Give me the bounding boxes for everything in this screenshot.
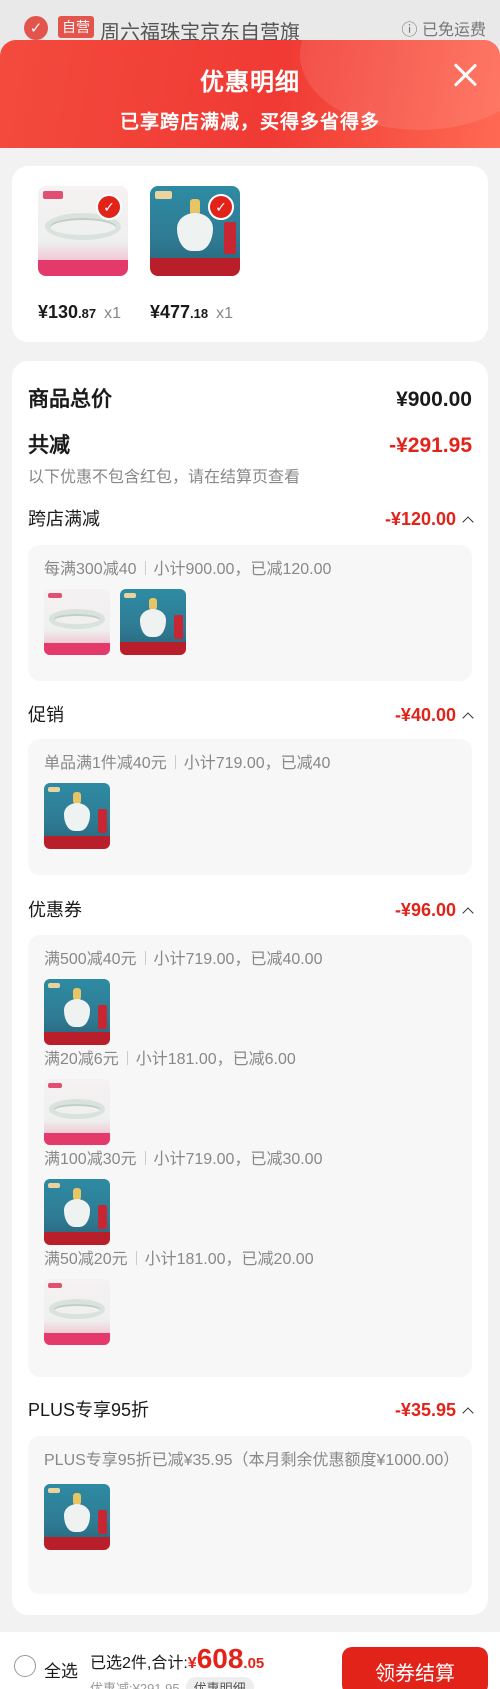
cross-store-rule: 每满300减40 小计900.00，已减120.00 — [44, 561, 332, 578]
promotion-detail: 单品满1件减40元 小计719.00，已减40 — [28, 739, 472, 875]
selected-check-icon: ✓ — [96, 194, 122, 220]
section-promotion[interactable]: 促销 -¥40.00 — [28, 701, 474, 727]
product-thumb-pendant — [44, 1484, 110, 1550]
close-icon[interactable] — [450, 60, 480, 90]
goods-total-value: ¥900.00 — [396, 388, 472, 411]
chevron-up-icon — [462, 1406, 474, 1419]
cross-store-label: 跨店满减 — [28, 509, 100, 529]
shipping-status: ⓘ 已免运费 — [401, 22, 486, 39]
product-thumb-pendant — [44, 783, 110, 849]
product-quantity: x1 — [104, 305, 122, 322]
total-price: ¥608.05 — [187, 1643, 265, 1674]
selected-check-icon: ✓ — [208, 194, 234, 220]
coupon-value: -¥96.00 — [395, 900, 474, 921]
selected-total: 已选2件,合计:¥608.05 — [90, 1643, 265, 1674]
self-operated-tag: 自营 — [58, 16, 94, 38]
sheet-title: 优惠明细 — [200, 69, 300, 96]
product-item[interactable]: ✓ ¥477.18 x1 — [150, 186, 242, 322]
plus-value: -¥35.95 — [395, 1400, 474, 1421]
select-all-radio[interactable] — [14, 1655, 36, 1677]
checkout-bar: 全选 已选2件,合计:¥608.05 优惠减:¥291.95 优惠明细 领券结算 — [0, 1632, 500, 1689]
chevron-up-icon — [462, 711, 474, 724]
cross-store-detail: 每满300减40 小计900.00，已减120.00 — [28, 545, 472, 681]
chevron-up-icon — [462, 906, 474, 919]
product-image-bangle: ✓ — [38, 186, 128, 276]
store-checked-icon[interactable]: ✓ — [24, 16, 48, 40]
coupon-rule: 满20减6元 小计181.00，已减6.00 — [44, 1051, 296, 1068]
selected-products-card: ✓ ¥130.87 x1 ✓ ¥477.18 x1 — [12, 166, 488, 342]
promotion-label: 促销 — [28, 705, 64, 725]
section-plus[interactable]: PLUS专享95折 -¥35.95 — [28, 1396, 474, 1422]
product-item[interactable]: ✓ ¥130.87 x1 — [38, 186, 130, 322]
plus-description: PLUS专享95折已减¥35.95（本月剩余优惠额度¥1000.00） — [44, 1452, 460, 1469]
total-discount-value: -¥291.95 — [389, 434, 472, 457]
promotion-value: -¥40.00 — [395, 705, 474, 726]
total-discount-row: 共减 -¥291.95 — [28, 429, 472, 459]
plus-detail: PLUS专享95折已减¥35.95（本月剩余优惠额度¥1000.00） — [28, 1436, 472, 1594]
plus-label: PLUS专享95折 — [28, 1400, 150, 1420]
product-thumb-pendant — [44, 1179, 110, 1245]
goods-total-row: 商品总价 ¥900.00 — [28, 383, 472, 413]
total-discount-label: 共减 — [28, 434, 70, 457]
product-thumb-pendant — [120, 589, 186, 655]
product-price: ¥477.18 x1 — [150, 302, 234, 322]
product-image-pendant: ✓ — [150, 186, 240, 276]
discount-detail-link[interactable]: 优惠明细 — [185, 1677, 254, 1689]
product-quantity: x1 — [216, 305, 234, 322]
section-cross-store[interactable]: 跨店满减 -¥120.00 — [28, 505, 474, 531]
checkout-button[interactable]: 领券结算 — [342, 1647, 488, 1689]
coupon-label: 优惠券 — [28, 900, 82, 920]
product-thumb-bangle — [44, 589, 110, 655]
product-thumb-bangle — [44, 1079, 110, 1145]
sheet-subtitle: 已享跨店满减，买得多省得多 — [119, 112, 380, 133]
section-coupon[interactable]: 优惠券 -¥96.00 — [28, 896, 474, 922]
coupon-rule: 满100减30元 小计719.00，已减30.00 — [44, 1151, 323, 1168]
product-thumb-pendant — [44, 979, 110, 1045]
order-summary: 已选2件,合计:¥608.05 优惠减:¥291.95 优惠明细 — [90, 1643, 342, 1689]
select-all-label[interactable]: 全选 — [44, 1657, 78, 1682]
coupon-rule: 满50减20元 小计181.00，已减20.00 — [44, 1251, 314, 1268]
discount-detail-card: 商品总价 ¥900.00 共减 -¥291.95 以下优惠不包含红包，请在结算页… — [12, 361, 488, 1615]
discount-note: 以下优惠不包含红包，请在结算页查看 — [28, 469, 301, 486]
product-price: ¥130.87 x1 — [38, 302, 122, 322]
saved-amount: 优惠减:¥291.95 优惠明细 — [90, 1677, 342, 1689]
chevron-up-icon — [462, 515, 474, 528]
discount-sheet-header: 优惠明细 已享跨店满减，买得多省得多 — [0, 40, 500, 148]
product-thumb-bangle — [44, 1279, 110, 1345]
promotion-rule: 单品满1件减40元 小计719.00，已减40 — [44, 755, 331, 772]
coupon-rule: 满500减40元 小计719.00，已减40.00 — [44, 951, 323, 968]
coupon-detail: 满500减40元 小计719.00，已减40.00 满20减6元 小计181.00，… — [28, 935, 472, 1377]
cross-store-value: -¥120.00 — [385, 509, 474, 530]
goods-total-label: 商品总价 — [28, 388, 112, 411]
